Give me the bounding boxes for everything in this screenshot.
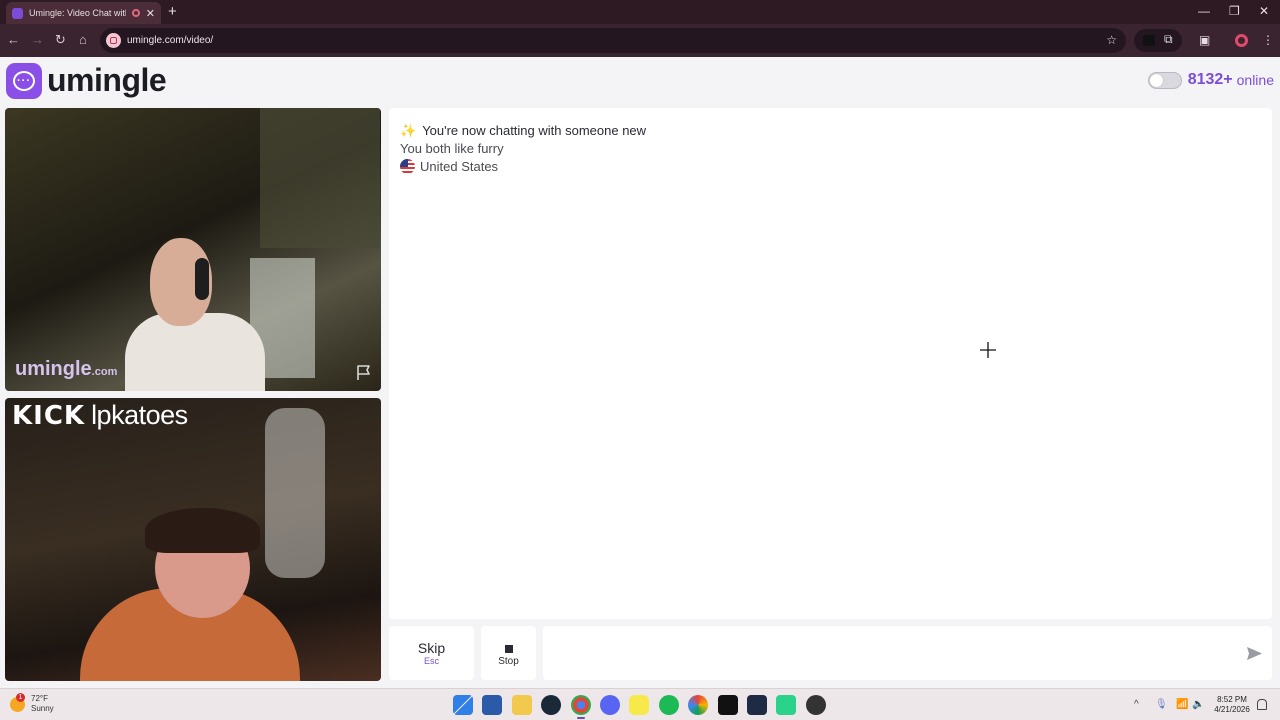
- browser-tab-strip: Umingle: Video Chat with S ✕ + — ❐ ✕: [0, 0, 1280, 24]
- stop-icon: [504, 645, 513, 653]
- forward-button[interactable]: →: [31, 32, 44, 48]
- clock-time: 8:52 PM: [1217, 695, 1247, 704]
- online-indicator: 8132+ online: [1147, 71, 1274, 89]
- sun-icon: 1: [10, 692, 25, 712]
- stranger-video: umingle.com: [5, 108, 381, 391]
- system-clock[interactable]: 8:52 PM 4/21/2026: [1212, 695, 1252, 715]
- site-info-icon[interactable]: [106, 33, 121, 48]
- skip-button[interactable]: Skip Esc: [389, 626, 474, 680]
- new-tab-button[interactable]: +: [168, 3, 177, 21]
- steam-icon[interactable]: [541, 695, 562, 715]
- weather-temp: 72°F: [31, 694, 48, 703]
- address-bar[interactable]: umingle.com/video/ ☆: [100, 28, 1126, 53]
- recording-indicator-icon: [131, 9, 140, 17]
- us-flag-icon: [400, 159, 415, 174]
- kick-username: lpkatoes: [91, 400, 188, 430]
- umingle-watermark: umingle.com: [15, 358, 117, 381]
- profile-avatar[interactable]: [1235, 34, 1248, 47]
- game-app-icon[interactable]: [776, 695, 797, 715]
- file-explorer-icon[interactable]: [511, 695, 532, 715]
- message-text: You're now chatting with someone new: [422, 123, 647, 138]
- sparkles-icon: ✨: [400, 123, 417, 138]
- spotify-icon[interactable]: [658, 695, 679, 715]
- weather-desc: Sunny: [31, 704, 54, 713]
- location-message: United States: [400, 159, 498, 174]
- umingle-page: ··· umingle 8132+ online umingle.com KIC…: [0, 57, 1280, 688]
- site-logo[interactable]: ··· umingle: [6, 62, 167, 99]
- umingle-favicon-icon: [12, 7, 23, 19]
- location-text: United States: [420, 159, 499, 174]
- watermark-text: umingle: [15, 358, 92, 380]
- report-flag-icon[interactable]: [355, 364, 373, 381]
- stop-button[interactable]: Stop: [481, 626, 536, 680]
- back-button[interactable]: ←: [7, 32, 20, 48]
- capcut-icon[interactable]: [717, 695, 738, 715]
- url-text[interactable]: umingle.com/video/: [127, 35, 213, 46]
- store-icon[interactable]: [482, 695, 503, 715]
- self-video: KICK lpkatoes: [5, 398, 381, 681]
- crosshair-cursor-icon: [980, 342, 996, 358]
- chrome-icon[interactable]: [570, 695, 591, 719]
- windows-start-icon[interactable]: [453, 695, 473, 715]
- online-label: online: [1236, 72, 1274, 88]
- weather-widget[interactable]: 1 72°F Sunny: [10, 692, 54, 714]
- snapchat-icon[interactable]: [629, 695, 650, 715]
- tray-chevron-icon[interactable]: ^: [1134, 699, 1139, 711]
- watermark-suffix: .com: [91, 366, 118, 378]
- browser-toolbar: ← → ↻ ⌂ umingle.com/video/ ☆ ⧉ ▣ ⋮: [0, 24, 1280, 57]
- close-window-button[interactable]: ✕: [1259, 4, 1269, 18]
- color-app-icon[interactable]: [688, 695, 709, 715]
- skip-label: Skip: [417, 640, 446, 656]
- online-count: 8132+: [1187, 71, 1233, 88]
- kick-overlay: KICK lpkatoes: [12, 400, 188, 431]
- minimize-button[interactable]: —: [1198, 4, 1210, 18]
- wifi-icon[interactable]: 📶: [1176, 699, 1188, 711]
- kick-logo: KICK: [12, 401, 86, 431]
- notification-bell-icon[interactable]: [1257, 699, 1267, 710]
- reload-button[interactable]: ↻: [55, 32, 66, 48]
- theme-toggle[interactable]: [1147, 71, 1182, 89]
- menu-kebab-icon[interactable]: ⋮: [1262, 33, 1274, 47]
- common-interest-message: You both like furry: [400, 141, 504, 156]
- obs-icon[interactable]: [746, 695, 767, 715]
- notification-badge: 1: [16, 692, 25, 702]
- message-input[interactable]: [553, 638, 1233, 668]
- extension-icon[interactable]: [1143, 35, 1155, 46]
- restore-button[interactable]: ❐: [1229, 4, 1240, 18]
- home-button[interactable]: ⌂: [79, 32, 87, 48]
- taskbar-apps: [453, 695, 835, 719]
- system-message: ✨ You're now chatting with someone new: [400, 123, 646, 139]
- extensions-group: ⧉: [1134, 29, 1182, 52]
- epic-icon[interactable]: [805, 695, 826, 715]
- chat-bubble-logo-icon: ···: [6, 62, 42, 99]
- bookmark-star-icon[interactable]: ☆: [1106, 33, 1117, 47]
- tab-close-button[interactable]: ✕: [146, 7, 155, 20]
- skip-shortcut: Esc: [423, 656, 439, 666]
- windows-taskbar: 1 72°F Sunny ^ 🎙 📶 🔈 8:52 PM 4/21/2026: [0, 688, 1280, 720]
- browser-tab[interactable]: Umingle: Video Chat with S ✕: [6, 2, 161, 24]
- extensions-puzzle-icon[interactable]: ⧉: [1164, 32, 1173, 47]
- clock-date: 4/21/2026: [1214, 705, 1250, 714]
- microphone-icon[interactable]: 🎙: [1155, 699, 1168, 711]
- discord-icon[interactable]: [599, 695, 620, 715]
- send-icon[interactable]: [1246, 646, 1263, 661]
- stop-label: Stop: [498, 656, 519, 667]
- message-composer: [543, 626, 1272, 680]
- logo-text: umingle: [47, 62, 167, 98]
- volume-icon[interactable]: 🔈: [1192, 699, 1204, 711]
- split-view-icon[interactable]: ▣: [1199, 33, 1210, 47]
- tab-title: Umingle: Video Chat with S: [29, 8, 126, 18]
- chat-panel: ✨ You're now chatting with someone new Yo…: [389, 108, 1272, 619]
